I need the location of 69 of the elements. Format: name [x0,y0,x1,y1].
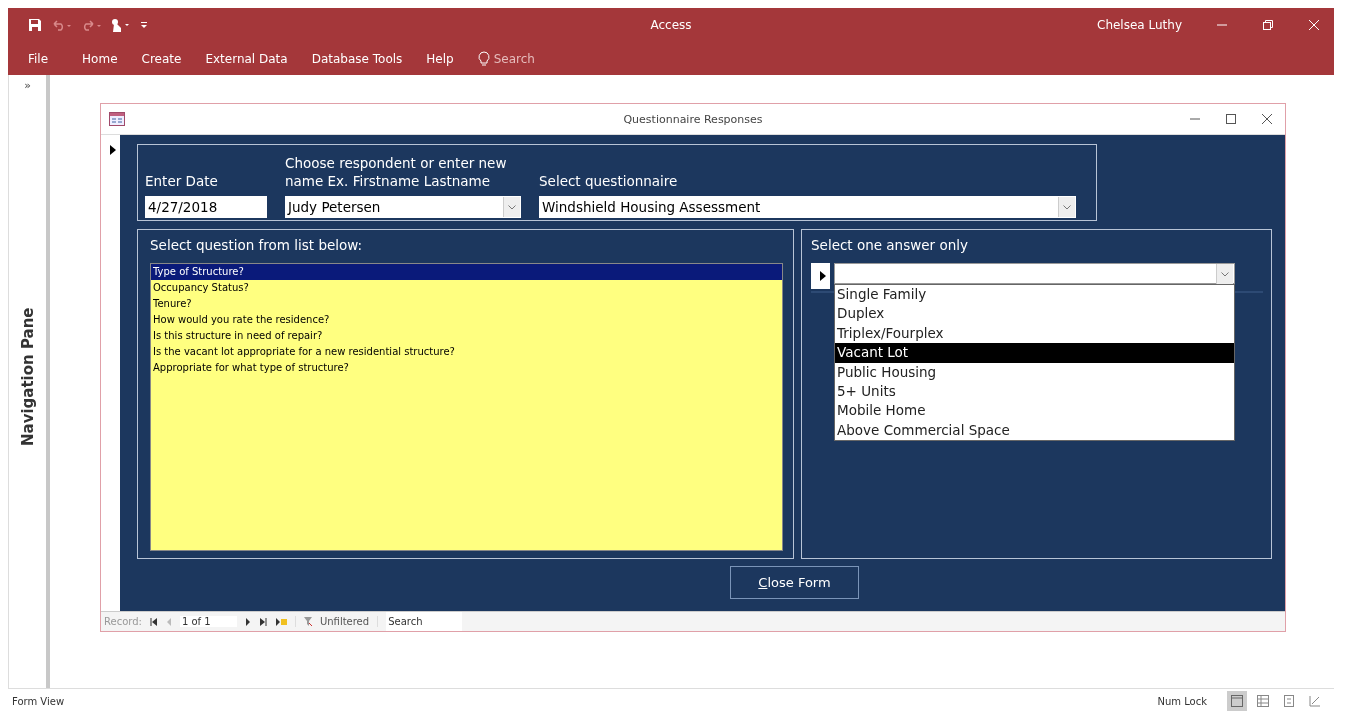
ribbon-tab[interactable]: File [28,49,49,68]
undo-icon[interactable] [50,19,72,31]
answer-option[interactable]: Duplex [835,304,1234,324]
question-item[interactable]: Type of Structure? [151,264,782,280]
question-item[interactable]: Tenure? [151,296,782,312]
answer-option[interactable]: Mobile Home [835,401,1234,421]
chevron-down-icon [508,204,516,210]
chevron-down-icon [1063,204,1071,210]
record-position-field[interactable]: 1 of 1 [179,616,237,627]
form-view-button[interactable] [1227,691,1247,711]
form-view-icon [1231,695,1243,707]
current-record-icon [110,145,116,155]
first-record-icon[interactable] [149,617,158,626]
ribbon-tab[interactable]: Home [82,49,118,68]
answer-option[interactable]: Triplex/Fourplex [835,323,1234,344]
field-label: Enter Date [145,172,219,190]
ribbon-tab[interactable]: External Data [205,49,288,68]
navigation-pane-label: Navigation Pane [17,306,38,449]
user-name[interactable]: Chelsea Luthy [1097,18,1182,32]
design-view-icon [1309,695,1321,707]
save-icon[interactable] [28,18,42,32]
datasheet-view-icon [1257,695,1269,707]
chevron-down-icon [1221,271,1229,277]
close-form-button[interactable]: Close Form [730,566,859,599]
question-item[interactable]: Is the vacant lot appropriate for a new residential structure? [151,344,782,360]
panel-label: Select question from list below: [150,236,364,254]
record-selector[interactable] [811,263,830,289]
search-field[interactable]: Search [493,51,564,66]
question-item[interactable]: Is this structure in need of repair? [151,328,782,344]
field-label: Choose respondent or enter new name Ex. Firstname Lastname [285,154,508,190]
field-label: Select questionnaire [539,172,679,190]
answer-option[interactable]: Public Housing [835,362,1234,383]
form-title: Questionnaire Responses [623,112,763,126]
restore-icon[interactable] [1262,19,1274,31]
filter-icon [303,617,312,626]
lightbulb-icon [477,50,490,67]
customize-caret-icon[interactable] [140,21,148,29]
question-list[interactable] [150,263,783,551]
answer-option[interactable]: 5+ Units [835,382,1234,402]
ribbon-tab[interactable]: Database Tools [311,49,403,68]
touch-mode-icon[interactable] [110,18,132,32]
close-icon[interactable] [1261,113,1273,125]
ribbon-tab[interactable]: Create [141,49,182,68]
answer-option[interactable]: Vacant Lot [835,343,1234,363]
record-label: Record: [104,616,142,627]
form-icon [109,112,125,126]
record-search-field[interactable]: Search [386,612,463,631]
question-item[interactable]: Occupancy Status? [151,280,782,296]
new-record-icon[interactable] [274,617,287,626]
layout-view-icon [1283,695,1295,707]
current-record-icon [820,271,826,281]
next-record-icon[interactable] [244,617,251,626]
expand-toggle[interactable]: » [24,79,31,92]
answer-option[interactable]: Above Commercial Space [835,420,1234,441]
view-status: Form View [12,695,65,707]
num-lock-indicator: Num Lock [1157,695,1207,707]
filter-status[interactable]: Unfiltered [319,616,370,627]
panel-label: Select one answer only [811,236,969,254]
navigation-pane[interactable]: » Navigation Pane [8,75,50,688]
app-title: Access [650,18,692,32]
questionnaire-combo[interactable]: Windshield Housing Assessment [539,196,1076,218]
answer-option[interactable]: Single Family [835,285,1234,305]
date-field[interactable]: 4/27/2018 [145,196,267,218]
respondent-combo[interactable]: Judy Petersen [285,196,521,218]
last-record-icon[interactable] [258,617,267,626]
question-item[interactable]: How would you rate the residence? [151,312,782,328]
question-item[interactable]: Appropriate for what type of structure? [151,360,782,376]
maximize-icon[interactable] [1225,113,1237,125]
ribbon-tab[interactable]: Help [426,49,454,68]
